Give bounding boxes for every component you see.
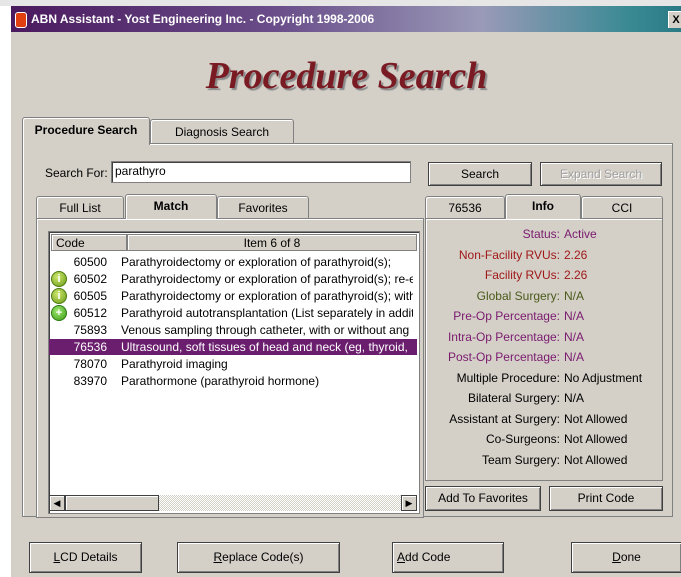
info-value: No Adjustment bbox=[564, 370, 643, 385]
row-code: 60502 bbox=[73, 272, 107, 286]
expand-search-button[interactable]: Expand Search bbox=[540, 162, 662, 186]
info-value: N/A bbox=[564, 391, 585, 405]
row-description: Parathyroidectomy or exploration of para… bbox=[121, 272, 413, 286]
info-label: Multiple Procedure: bbox=[456, 370, 560, 385]
list-item[interactable]: +60512 Parathyroid autotransplantation (L… bbox=[49, 305, 417, 321]
row-code: 60505 bbox=[73, 289, 107, 303]
row-description: Parathyroid autotransplantation (List se… bbox=[121, 306, 413, 320]
replace-codes-button[interactable]: Replace Code(s) bbox=[177, 542, 340, 573]
info-value: N/A bbox=[564, 288, 585, 303]
row-code: 83970 bbox=[73, 374, 107, 388]
row-description: Parathyroid imaging bbox=[121, 357, 228, 371]
info-row: Multiple Procedure: No Adjustment bbox=[426, 368, 662, 388]
info-row: Team Surgery: Not Allowed bbox=[426, 450, 662, 470]
row-description: Parathyroidectomy or exploration of para… bbox=[121, 289, 413, 303]
row-description: Venous sampling through catheter, with o… bbox=[121, 323, 410, 337]
close-button[interactable]: X bbox=[668, 11, 681, 28]
info-row: Intra-Op Percentage: N/A bbox=[426, 327, 662, 347]
info-label: Post-Op Percentage: bbox=[447, 350, 560, 364]
add-label: dd Code bbox=[405, 550, 451, 564]
info-value: Not Allowed bbox=[564, 452, 628, 467]
title-bar[interactable]: ABN Assistant - Yost Engineering Inc. - … bbox=[11, 6, 681, 32]
list-item[interactable]: i 60505 Parathyroidectomy or exploration o… bbox=[49, 288, 417, 304]
row-description: Parathyroidectomy or exploration of para… bbox=[121, 255, 392, 269]
row-code: 76536 bbox=[63, 339, 107, 355]
info-label: Team Surgery: bbox=[481, 452, 560, 467]
info-label: Global Surgery: bbox=[476, 288, 560, 303]
info-label: Assistant at Surgery: bbox=[449, 411, 560, 426]
info-row: Co-Surgeons: Not Allowed bbox=[426, 429, 662, 449]
done-button[interactable]: Done bbox=[571, 542, 681, 573]
info-row: Bilateral Surgery: N/A bbox=[426, 388, 662, 408]
tab-diagnosis-search[interactable]: Diagnosis Search bbox=[150, 119, 294, 144]
info-label: Pre-Op Percentage: bbox=[453, 309, 560, 323]
list-item[interactable]: i 60502 Parathyroidectomy or exploration o… bbox=[49, 271, 417, 287]
tab-procedure-search[interactable]: Procedure Search bbox=[22, 117, 150, 145]
info-label: Co-Surgeons: bbox=[485, 432, 560, 446]
tab-code-76536[interactable]: 76536 bbox=[425, 196, 505, 218]
procedure-list[interactable]: Code Item 6 of 8 60500 Parathyroidectomy … bbox=[48, 231, 420, 514]
info-value: Not Allowed bbox=[564, 432, 628, 446]
window-title: ABN Assistant - Yost Engineering Inc. - … bbox=[31, 12, 375, 26]
tab-cci[interactable]: CCI bbox=[581, 196, 663, 218]
done-mnemonic: D bbox=[612, 550, 621, 564]
item-count-header[interactable]: Item 6 of 8 bbox=[127, 234, 417, 251]
info-value: N/A bbox=[564, 309, 585, 323]
row-code: 60500 bbox=[73, 255, 107, 269]
horizontal-scrollbar[interactable]: ◀ ▶ bbox=[49, 495, 417, 511]
info-row: Non-Facility RVUs: 2.26 bbox=[426, 245, 662, 265]
info-label: Non-Facility RVUs: bbox=[458, 247, 560, 262]
row-description: Ultrasound, soft tissues of head and nec… bbox=[121, 340, 408, 354]
list-item[interactable]: 60500 Parathyroidectomy or exploration of… bbox=[49, 254, 417, 270]
lcd-details-button[interactable]: LCD Details bbox=[29, 542, 142, 573]
tab-favorites[interactable]: Favorites bbox=[217, 196, 309, 218]
tab-match[interactable]: Match bbox=[125, 194, 217, 219]
code-column-header[interactable]: Code bbox=[51, 234, 127, 251]
info-value: N/A bbox=[564, 350, 585, 364]
tab-full-list[interactable]: Full List bbox=[36, 196, 124, 218]
list-item[interactable]: 83970 Parathormone (parathyroid hormone) bbox=[49, 373, 417, 389]
info-value: 2.26 bbox=[564, 268, 588, 282]
add-mnemonic: A bbox=[397, 550, 406, 564]
info-row: Assistant at Surgery: Not Allowed bbox=[426, 409, 662, 429]
row-code: 78070 bbox=[73, 357, 107, 371]
list-item[interactable]: 76536 Ultrasound, soft tissues of head an… bbox=[49, 339, 417, 355]
search-button[interactable]: Search bbox=[428, 162, 532, 186]
tab-info[interactable]: Info bbox=[505, 194, 581, 219]
info-value: 2.26 bbox=[564, 247, 588, 262]
info-value: N/A bbox=[564, 329, 585, 344]
info-label: Intra-Op Percentage: bbox=[447, 329, 560, 344]
scroll-thumb[interactable] bbox=[65, 495, 159, 511]
app-window: ABN Assistant - Yost Engineering Inc. - … bbox=[10, 6, 681, 577]
list-item[interactable]: 75893 Venous sampling through catheter, w… bbox=[49, 322, 417, 338]
done-label: one bbox=[620, 550, 641, 564]
info-value: Not Allowed bbox=[564, 411, 628, 426]
app-icon bbox=[15, 12, 27, 28]
add-code-button[interactable]: Add Code bbox=[392, 542, 504, 573]
replace-label: eplace Code(s) bbox=[222, 550, 304, 564]
scroll-right-arrow-icon[interactable]: ▶ bbox=[401, 495, 417, 511]
info-label: Status: bbox=[522, 227, 560, 241]
row-description: Parathormone (parathyroid hormone) bbox=[121, 374, 320, 388]
info-label: Bilateral Surgery: bbox=[467, 391, 560, 405]
lcd-label: CD Details bbox=[60, 550, 118, 564]
list-item[interactable]: 78070 Parathyroid imaging bbox=[49, 356, 417, 372]
row-code: 60512 bbox=[73, 306, 107, 320]
info-row: Post-Op Percentage: N/A bbox=[426, 347, 662, 367]
info-row: Status: Active bbox=[426, 224, 662, 244]
print-code-button[interactable]: Print Code bbox=[549, 486, 663, 511]
replace-mnemonic: R bbox=[213, 550, 223, 564]
page-title: Procedure Search bbox=[205, 55, 488, 97]
info-row: Pre-Op Percentage: N/A bbox=[426, 306, 662, 326]
info-row: Global Surgery: N/A bbox=[426, 286, 662, 306]
info-row: Facility RVUs: 2.26 bbox=[426, 265, 662, 285]
add-to-favorites-button[interactable]: Add To Favorites bbox=[425, 486, 541, 511]
search-input[interactable]: parathyro bbox=[111, 161, 411, 183]
search-for-label: Search For: bbox=[45, 166, 108, 180]
scroll-left-arrow-icon[interactable]: ◀ bbox=[49, 495, 65, 511]
info-label: Facility RVUs: bbox=[484, 268, 560, 282]
info-value: Active bbox=[564, 227, 597, 241]
row-code: 75893 bbox=[73, 323, 107, 337]
